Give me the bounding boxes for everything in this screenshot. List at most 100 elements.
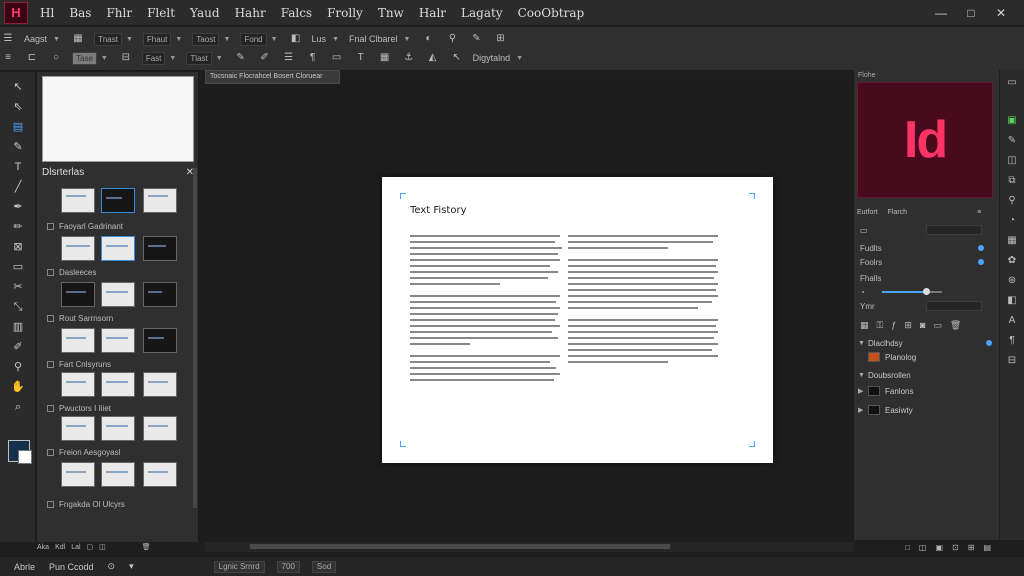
paragraph-icon[interactable]: ¶ [1005, 334, 1019, 348]
page-thumbnail[interactable] [143, 188, 177, 213]
spread-label[interactable]: Fngakda Ol Ulcyrs [47, 500, 125, 509]
horizontal-scrollbar[interactable] [205, 542, 853, 552]
app-logo-icon[interactable]: H [4, 1, 28, 24]
menu-item-2[interactable]: Bas [69, 6, 91, 20]
panel-tab[interactable]: Flohe [858, 72, 876, 79]
pencil-tool-icon[interactable]: ✏ [10, 220, 26, 234]
menu-item-6[interactable]: Hahr [235, 6, 266, 20]
circle-icon[interactable]: ○ [48, 51, 64, 65]
checkbox-icon[interactable] [47, 449, 54, 456]
status-field[interactable]: Lgnic Srnrd [213, 560, 265, 573]
menu-item-11[interactable]: Lagaty [461, 6, 503, 20]
checkbox-icon[interactable] [47, 269, 54, 276]
control-label-r2-4[interactable]: Digytalnd [473, 53, 511, 63]
text-frame-icon[interactable]: ▭ [329, 51, 345, 65]
align-left-icon[interactable]: ⊏ [24, 51, 40, 65]
chevron-down-icon[interactable]: ▼ [271, 36, 278, 43]
menu-item-10[interactable]: Halr [419, 6, 446, 20]
type-tool-icon[interactable]: T [10, 160, 26, 174]
align-icon[interactable]: ≡ [0, 51, 16, 65]
control-label-1[interactable]: Aagst [24, 34, 47, 44]
page-thumbnail[interactable] [61, 328, 95, 353]
minimize-button[interactable]: — [926, 6, 956, 20]
pencil-icon[interactable]: ✎ [233, 51, 249, 65]
chevron-down-icon[interactable]: ▾ [129, 561, 134, 572]
effects-icon[interactable]: ◐ [420, 32, 436, 46]
spread-label[interactable]: Rout Sarrnsorn [47, 314, 113, 323]
character-icon[interactable]: A [1005, 314, 1019, 328]
page-thumbnail[interactable] [143, 328, 177, 353]
menu-item-7[interactable]: Falcs [281, 6, 312, 20]
pages-icon[interactable]: ◫ [1005, 154, 1019, 168]
document-page[interactable]: Text Fistory [382, 177, 773, 463]
menu-icon[interactable]: ≡ [977, 209, 981, 216]
swatch-icon[interactable]: ▦ [377, 51, 393, 65]
page-tool-icon[interactable]: ▤ [10, 120, 26, 134]
new-page-icon[interactable]: ▢ [87, 543, 94, 551]
menu-item-3[interactable]: Fhlr [106, 6, 132, 20]
effects-icon[interactable]: ⊛ [1005, 274, 1019, 288]
page-thumbnail[interactable] [143, 236, 177, 261]
direct-select-icon[interactable]: ↖ [449, 51, 465, 65]
folder-icon[interactable]: ▭ [933, 320, 942, 331]
links-icon[interactable]: ⚲ [1005, 194, 1019, 208]
chevron-down-icon[interactable]: ▼ [404, 36, 411, 43]
preflight-icon[interactable]: ⊙ [108, 561, 116, 572]
slider-knob[interactable] [923, 288, 930, 295]
status-zoom-field[interactable]: 700 [276, 560, 300, 573]
transform-tool-icon[interactable]: ⤡ [10, 300, 26, 314]
menu-item-9[interactable]: Tnw [378, 6, 404, 20]
pages-scrollbar[interactable] [193, 168, 197, 508]
control-field-2[interactable]: Tnast [93, 32, 122, 46]
new-layer-icon[interactable]: □ [905, 543, 910, 552]
chevron-right-icon[interactable]: ▶ [858, 406, 868, 414]
control-field-3[interactable]: Fhaut [142, 32, 172, 46]
mask-icon[interactable]: ◙ [920, 320, 925, 331]
chevron-down-icon[interactable]: ▼ [858, 340, 868, 347]
duplicate-icon[interactable]: ◫ [919, 543, 927, 552]
direct-selection-tool-icon[interactable]: ⇖ [10, 100, 26, 114]
layer-row[interactable]: ▼ Dlaclhdsy [858, 336, 996, 350]
chevron-down-icon[interactable]: ▼ [175, 36, 182, 43]
type-icon[interactable]: T [353, 51, 369, 65]
layer-row[interactable]: ▼ Doubsrollen [858, 368, 996, 382]
page-thumbnail[interactable] [143, 372, 177, 397]
rectangle-frame-tool-icon[interactable]: ⊠ [10, 240, 26, 254]
color-icon[interactable]: ▣ [1005, 114, 1019, 128]
page-thumbnail[interactable] [61, 236, 95, 261]
control-field-r2-1[interactable]: Tase [72, 51, 97, 65]
page-thumbnail[interactable] [101, 188, 135, 213]
page-icon[interactable]: ◫ [99, 543, 106, 551]
text-wrap-icon[interactable]: ◧ [1005, 294, 1019, 308]
link-icon[interactable]: ⚲ [444, 32, 460, 46]
stroke-icon[interactable]: ◔ [1005, 214, 1019, 228]
scissors-tool-icon[interactable]: ✂ [10, 280, 26, 294]
spread-label[interactable]: Fart Cnlsyruns [47, 360, 111, 369]
page-thumbnail[interactable] [101, 372, 135, 397]
eyedropper-icon[interactable]: ✐ [257, 51, 273, 65]
chevron-down-icon[interactable]: ▼ [223, 36, 230, 43]
chevron-down-icon[interactable]: ▼ [101, 55, 108, 62]
note-tool-icon[interactable]: ✐ [10, 340, 26, 354]
page-thumbnail[interactable] [61, 462, 95, 487]
footer-label-1[interactable]: Aka [37, 544, 49, 551]
cc-libraries-icon[interactable]: ✿ [1005, 254, 1019, 268]
menu-item-12[interactable]: CooObtrap [518, 6, 585, 20]
chevron-down-icon[interactable]: ▼ [858, 372, 868, 379]
anchor-icon[interactable]: ⚓ [401, 51, 417, 65]
chevron-down-icon[interactable]: ▼ [53, 36, 60, 43]
arrange-icon[interactable]: ☰ [0, 32, 16, 46]
layer-row[interactable]: Planolog [858, 350, 996, 364]
list-icon[interactable]: ▤ [983, 543, 991, 552]
layers-icon[interactable]: ⧉ [1005, 174, 1019, 188]
status-field[interactable]: Sod [311, 560, 337, 573]
chevron-down-icon[interactable]: ▼ [169, 55, 176, 62]
chevron-down-icon[interactable]: ▼ [516, 55, 523, 62]
frame-icon[interactable]: ◧ [288, 32, 304, 46]
pen-tool-icon[interactable]: ✒ [10, 200, 26, 214]
control-label-7[interactable]: Fnal Clbarel [349, 34, 398, 44]
spread-label[interactable]: Pwuctors I Iiiet [47, 404, 111, 413]
grid-icon[interactable]: ▦ [860, 320, 869, 331]
checkbox-icon[interactable] [47, 315, 54, 322]
opacity-slider[interactable] [882, 288, 942, 295]
